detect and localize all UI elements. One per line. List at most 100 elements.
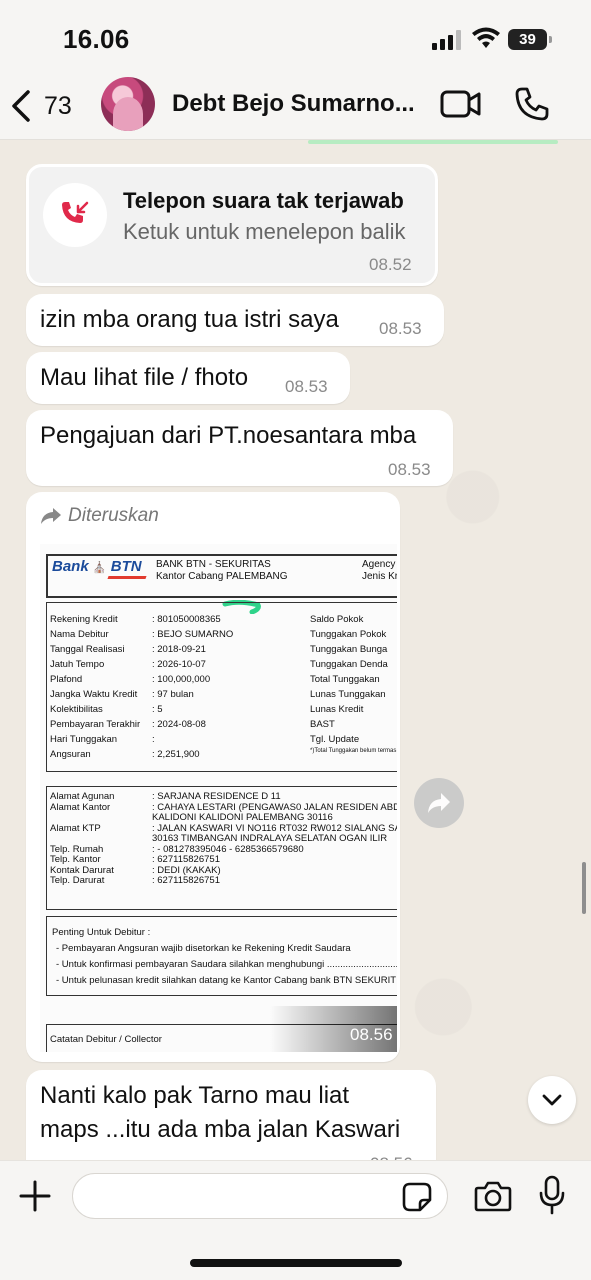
message-bubble[interactable]: Mau lihat file / fhoto 08.53 <box>26 352 350 404</box>
doc-loan-summary: Saldo Pokok Tunggakan Pokok Tunggakan Bung… <box>310 612 396 756</box>
doc-row-label: Jangka Waktu Kredit <box>50 689 138 700</box>
battery-level: 39 <box>519 31 536 48</box>
doc-address-rows: Alamat Agunan : SARJANA RESIDENCE D 11 Ala… <box>50 791 397 887</box>
doc-row-label: Pembayaran Terakhir <box>50 719 141 730</box>
doc-row-value: KALIDONI KALIDONI PALEMBANG 30116 <box>152 812 333 823</box>
message-bubble[interactable]: Pengajuan dari PT.noesantara mba 08.53 <box>26 410 453 486</box>
doc-row-label: Alamat Agunan <box>50 791 115 802</box>
doc-row-label: Plafond <box>50 674 83 685</box>
doc-summary-label: Tunggakan Pokok <box>310 629 387 640</box>
doc-row-value: : 2024-08-08 <box>152 719 206 730</box>
doc-row-value: : 627115826751 <box>152 875 220 886</box>
microphone-icon[interactable] <box>539 1175 565 1215</box>
doc-row-label: Angsuran <box>50 749 91 760</box>
forwarded-document-image[interactable]: Bank ⛪ BTN BANK BTN - SEKURITAS Kantor C… <box>40 544 397 1052</box>
doc-summary-label: Lunas Tunggakan <box>310 689 386 700</box>
chat-title[interactable]: Debt Bejo Sumarno... <box>172 90 422 118</box>
doc-row: 30163 TIMBANGAN INDRALAYA SELATAN OGAN I… <box>50 833 397 845</box>
scroll-to-bottom-button[interactable] <box>528 1076 576 1124</box>
doc-notice-line: - Untuk konfirmasi pembayaran Saudara si… <box>56 959 397 970</box>
doc-row-value: : 801050008365 <box>152 614 221 625</box>
doc-branch: Kantor Cabang PALEMBANG <box>156 571 288 582</box>
doc-row: Nama Debitur: BEJO SUMARNO <box>50 627 233 642</box>
doc-row-label: Hari Tunggakan <box>50 734 118 745</box>
message-text-line: maps ...itu ada mba jalan Kaswari <box>40 1116 401 1143</box>
sticker-icon[interactable] <box>402 1182 432 1212</box>
doc-notice-title: Penting Untuk Debitur : <box>52 927 151 938</box>
doc-summary-label: Total Tunggakan <box>310 674 380 685</box>
doc-summary-label: Tgl. Update <box>310 734 360 745</box>
doc-row: KALIDONI KALIDONI PALEMBANG 30116 <box>50 812 397 824</box>
status-bar: 16.06 39 <box>0 0 591 76</box>
message-bubble[interactable]: izin mba orang tua istri saya 08.53 <box>26 294 444 346</box>
voice-call-icon[interactable] <box>514 86 550 122</box>
doc-collector-label: Catatan Debitur / Collector <box>50 1034 162 1045</box>
video-call-icon[interactable] <box>440 88 482 120</box>
doc-summary-label: Lunas Kredit <box>310 704 364 715</box>
doc-row: Hari Tunggakan: <box>50 732 233 747</box>
missed-call-bubble[interactable]: Telepon suara tak terjawab Ketuk untuk m… <box>26 164 438 286</box>
doc-row-label: Alamat KTP <box>50 822 101 834</box>
doc-row-label <box>50 813 152 824</box>
doc-row-value: : BEJO SUMARNO <box>152 629 234 640</box>
doc-row: Tanggal Realisasi : 2018-09-21 <box>50 642 233 657</box>
scroll-indicator[interactable] <box>582 862 586 914</box>
chevron-down-icon <box>542 1094 562 1106</box>
unread-count: 73 <box>44 91 72 120</box>
doc-notice: Penting Untuk Debitur : - Pembayaran Ang… <box>52 925 397 989</box>
missed-call-subtitle: Ketuk untuk menelepon balik <box>123 219 406 244</box>
doc-row-value: : SARJANA RESIDENCE D 11 <box>152 791 281 802</box>
composer-bar <box>0 1160 591 1280</box>
doc-row: Jangka Waktu Kredit: 97 bulan <box>50 687 233 702</box>
doc-row-label <box>50 834 152 845</box>
home-indicator[interactable] <box>190 1259 402 1267</box>
forward-arrow-icon <box>428 793 450 813</box>
btn-logo-btn: BTN <box>110 558 142 575</box>
doc-row-value: 30163 TIMBANGAN INDRALAYA SELATAN OGAN I… <box>152 833 388 844</box>
doc-row: Pembayaran Terakhir : 2024-08-08 <box>50 717 233 732</box>
status-time: 16.06 <box>63 24 130 54</box>
doc-row-label: Jatuh Tempo <box>50 659 105 670</box>
doc-notice-line: - Untuk pelunasan kredit silahkan datang… <box>56 975 397 986</box>
cellular-signal-icon <box>432 30 461 50</box>
forwarded-image-bubble[interactable]: Diteruskan Bank ⛪ BTN BANK BTN - SEKURIT… <box>26 492 400 1062</box>
doc-row-label: Rekening Kredit <box>50 614 118 625</box>
doc-summary-label: BAST <box>310 719 335 730</box>
doc-row: Telp. Darurat: 627115826751 <box>50 875 397 887</box>
back-button[interactable]: 73 <box>10 86 72 126</box>
doc-row-value: : 2018-09-21 <box>152 644 206 655</box>
attach-plus-icon[interactable] <box>18 1179 52 1213</box>
message-text: Mau lihat file / fhoto <box>40 364 249 391</box>
message-input[interactable] <box>72 1173 448 1219</box>
forwarded-label-text: Diteruskan <box>68 505 159 526</box>
doc-summary-label: Tunggakan Bunga <box>310 644 388 655</box>
doc-row-value: : 2,251,900 <box>152 749 200 760</box>
doc-row: Telp. Kantor: 627115826751 <box>50 854 397 866</box>
doc-row-label: Tanggal Realisasi <box>50 644 125 655</box>
message-text-line: Nanti kalo pak Tarno mau liat <box>40 1082 350 1109</box>
camera-icon[interactable] <box>474 1179 512 1213</box>
typing-progress-line <box>308 140 558 144</box>
doc-bank-title: BANK BTN - SEKURITAS <box>156 559 271 570</box>
doc-agency: Agency Jenis Kr <box>362 559 397 583</box>
doc-loan-rows: Rekening Kredit : 801050008365 Nama Debitu… <box>50 612 233 762</box>
doc-summary-label: Tunggakan Denda <box>310 659 388 670</box>
doc-row: Jatuh Tempo: 2026-10-07 <box>50 657 233 672</box>
forwarded-label: Diteruskan <box>40 504 159 528</box>
doc-row: Rekening Kredit : 801050008365 <box>50 612 233 627</box>
btn-logo-stripe <box>107 576 147 579</box>
doc-notice-line: - Pembayaran Angsuran wajib disetorkan k… <box>56 943 351 954</box>
doc-row-label: Kolektibilitas <box>50 704 103 715</box>
battery-icon: 39 <box>508 29 552 50</box>
message-time: 08.56 <box>350 1025 393 1044</box>
message-time: 08.53 <box>388 460 431 479</box>
forward-button[interactable] <box>414 778 464 828</box>
btn-logo-bank: Bank <box>52 558 89 575</box>
doc-row: Kolektibilitas : 5 <box>50 702 233 717</box>
message-text: Pengajuan dari PT.noesantara mba <box>40 422 417 449</box>
doc-row-value: : 627115826751 <box>152 854 220 865</box>
forward-arrow-icon <box>41 508 61 524</box>
avatar[interactable] <box>101 77 155 131</box>
doc-row-value: : 5 <box>152 704 163 715</box>
doc-row: Angsuran : 2,251,900 <box>50 747 233 762</box>
